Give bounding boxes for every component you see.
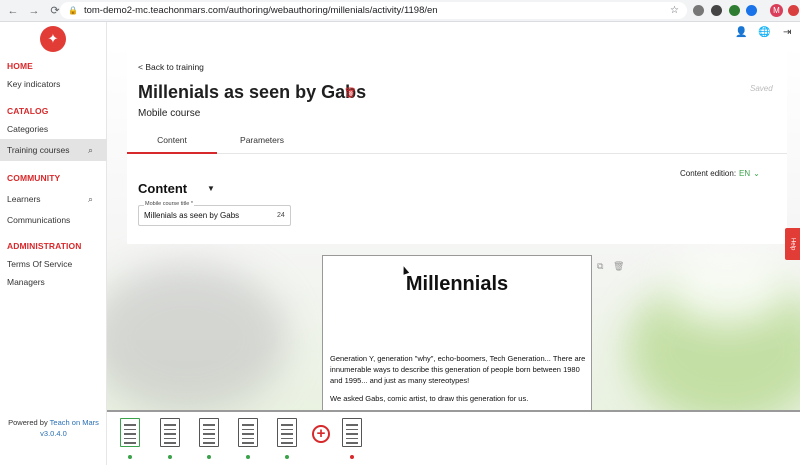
search-icon[interactable]: ⌕ bbox=[88, 139, 93, 161]
preview-paragraph: Generation Y, generation "why", echo-boo… bbox=[330, 354, 586, 385]
preview-paragraph: We asked Gabs, comic artist, to draw thi… bbox=[330, 394, 529, 403]
slide-thumbnail[interactable] bbox=[120, 418, 140, 447]
slide-status-dot bbox=[246, 455, 250, 459]
sidebar-item-training-courses[interactable]: Training courses ⌕ bbox=[0, 139, 107, 161]
bookmark-star-icon[interactable]: ☆ bbox=[670, 5, 679, 16]
profile-avatar[interactable]: M bbox=[770, 4, 783, 17]
sidebar-item-communications[interactable]: Communications bbox=[0, 209, 107, 231]
user-icon[interactable]: 👤 bbox=[735, 27, 747, 38]
sidebar-item-key-indicators[interactable]: Key indicators bbox=[0, 73, 107, 95]
sidebar-section-home: HOME bbox=[7, 61, 33, 71]
powered-by: Powered by Teach on Mars v3.0.4.0 bbox=[8, 418, 99, 438]
slide-status-dot bbox=[168, 455, 172, 459]
tab-content[interactable]: Content bbox=[127, 135, 217, 153]
extension-icon[interactable] bbox=[729, 5, 740, 16]
slide-thumbnail[interactable] bbox=[160, 418, 180, 447]
chevron-down-icon[interactable]: ▼ bbox=[207, 184, 215, 193]
course-type-subtitle: Mobile course bbox=[138, 108, 201, 119]
logout-icon[interactable]: ⇥ bbox=[783, 27, 791, 38]
course-title-field-value[interactable]: Millenials as seen by Gabs bbox=[144, 211, 239, 220]
address-bar[interactable]: 🔒 tom-demo2-mc.teachonmars.com/authoring… bbox=[60, 2, 687, 19]
tab-parameters[interactable]: Parameters bbox=[217, 135, 307, 153]
sidebar-section-community: COMMUNITY bbox=[7, 173, 61, 183]
lock-icon: 🔒 bbox=[68, 6, 78, 15]
slide-thumbnail[interactable] bbox=[277, 418, 297, 447]
trash-icon[interactable]: 🗑 bbox=[613, 261, 624, 272]
search-icon[interactable]: ⌕ bbox=[88, 188, 93, 210]
slide-status-dot bbox=[350, 455, 354, 459]
sidebar-section-catalog: CATALOG bbox=[7, 106, 49, 116]
slide-thumbnail[interactable] bbox=[342, 418, 362, 447]
slide-status-dot bbox=[285, 455, 289, 459]
content-section-title: Content bbox=[138, 181, 188, 196]
save-status: Saved bbox=[750, 84, 773, 93]
extension-icon[interactable] bbox=[788, 5, 799, 16]
extension-icon[interactable] bbox=[746, 5, 757, 16]
course-title-field-label: Mobile course title * bbox=[144, 201, 194, 207]
edition-language[interactable]: EN bbox=[739, 169, 750, 178]
sidebar-item-categories[interactable]: Categories bbox=[0, 118, 107, 140]
slide-status-dot bbox=[207, 455, 211, 459]
preview-title: Millennials bbox=[405, 273, 509, 295]
duplicate-icon[interactable]: ⧉ bbox=[597, 261, 603, 272]
sidebar-item-learners[interactable]: Learners ⌕ bbox=[0, 188, 107, 210]
help-tab[interactable]: Help bbox=[785, 228, 800, 260]
extension-icon[interactable] bbox=[693, 5, 704, 16]
app-topbar: 👤 🌐 ⇥ bbox=[107, 22, 800, 44]
version-label: v3.0.4.0 bbox=[40, 429, 67, 438]
url-text: tom-demo2-mc.teachonmars.com/authoring/w… bbox=[83, 5, 438, 16]
slide-thumbnail[interactable] bbox=[238, 418, 258, 447]
slide-status-dot bbox=[128, 455, 132, 459]
sidebar-section-administration: ADMINISTRATION bbox=[7, 241, 82, 251]
chevron-down-icon[interactable]: ⌄ bbox=[753, 169, 760, 178]
extension-icon[interactable] bbox=[711, 5, 722, 16]
back-arrow-icon[interactable]: ← bbox=[5, 3, 21, 19]
content-card bbox=[127, 154, 787, 244]
page-title: Millenials as seen by Gabs bbox=[138, 82, 367, 102]
add-slide-button[interactable]: + bbox=[312, 425, 330, 443]
delete-course-trash-icon[interactable]: 🗑 bbox=[344, 88, 357, 99]
brand-link[interactable]: Teach on Mars bbox=[50, 418, 99, 427]
content-edition-selector[interactable]: Content edition: EN ⌄ bbox=[680, 169, 760, 178]
teach-on-mars-logo[interactable]: ✦ bbox=[40, 26, 66, 52]
forward-arrow-icon[interactable]: → bbox=[26, 3, 42, 19]
back-to-training-link[interactable]: < Back to training bbox=[138, 62, 204, 72]
globe-icon[interactable]: 🌐 bbox=[758, 27, 770, 38]
character-counter: 24 bbox=[277, 212, 285, 219]
sidebar-item-managers[interactable]: Managers bbox=[0, 271, 107, 293]
slide-thumbnail[interactable] bbox=[199, 418, 219, 447]
slide-preview[interactable]: Millennials Generation Y, generation "wh… bbox=[322, 255, 592, 411]
